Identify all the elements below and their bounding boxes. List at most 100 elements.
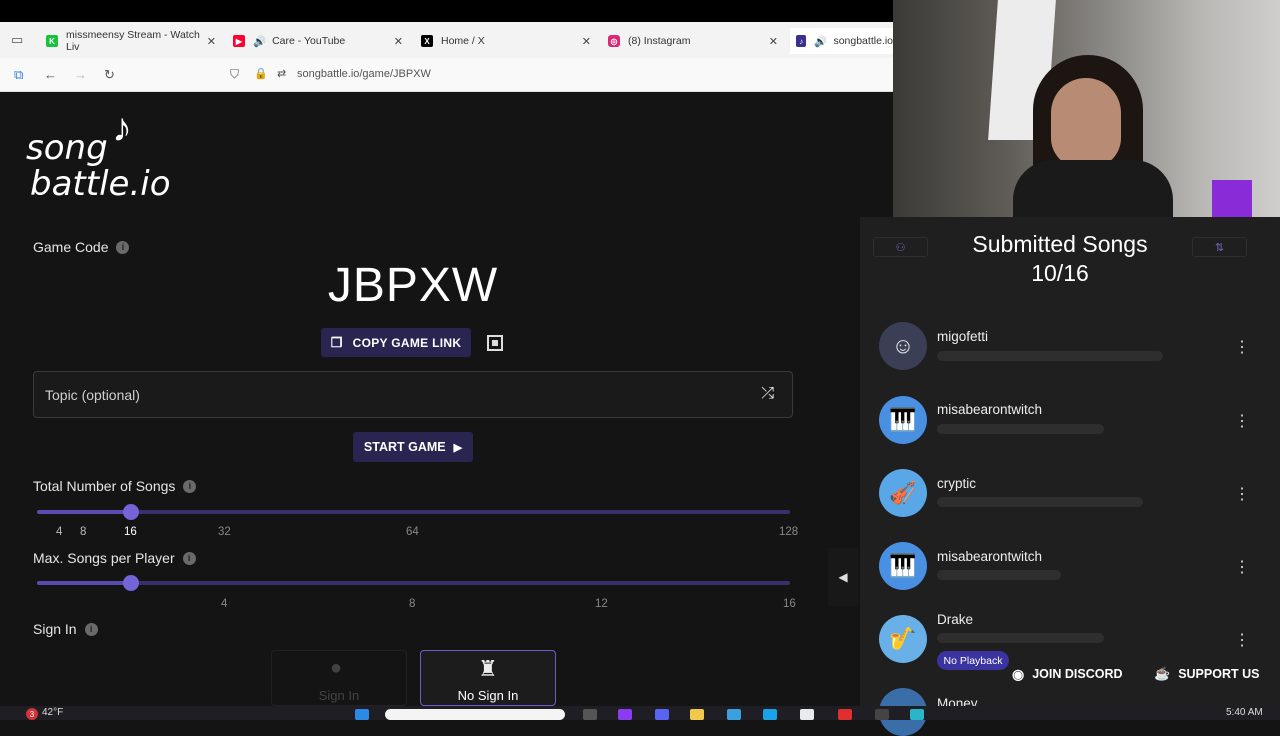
max-songs-slider-thumb[interactable] (123, 575, 139, 591)
twitch-app-icon[interactable] (618, 709, 632, 720)
mail-icon[interactable] (727, 709, 741, 720)
more-options-icon[interactable]: ⋮ (1234, 484, 1250, 504)
instagram-icon: ◎ (608, 35, 620, 47)
entry-username: Money (937, 696, 978, 706)
obs-icon[interactable] (838, 709, 852, 720)
sign-in-label: Sign In i (33, 621, 98, 637)
tab-songbattle[interactable]: ♪ 🔊 songbattle.io (790, 28, 893, 54)
submitted-count: 10/16 (1031, 260, 1089, 286)
close-tab-icon[interactable]: ✕ (582, 35, 591, 48)
max-songs-label: Max. Songs per Player i (33, 550, 196, 566)
no-playback-badge: No Playback (937, 651, 1009, 670)
max-songs-track[interactable] (37, 581, 790, 585)
tab-instagram[interactable]: ◎ (8) Instagram ✕ (608, 28, 778, 54)
start-game-button[interactable]: START GAME ▶ (353, 432, 473, 462)
tick-label: 16 (783, 598, 796, 610)
tab-youtube[interactable]: ▶ 🔊 Care - YouTube ✕ (233, 28, 403, 54)
windows-icon[interactable] (355, 709, 369, 720)
total-songs-label: Total Number of Songs i (33, 478, 197, 494)
tick-label: 128 (779, 526, 799, 538)
terminal-icon[interactable] (875, 709, 889, 720)
folder-icon[interactable] (690, 709, 704, 720)
new-tab-icon[interactable]: ⧉ (14, 67, 23, 83)
avatar: 🎷 (879, 615, 927, 663)
tick-label: 32 (218, 526, 231, 538)
twitch-icon: K (46, 35, 58, 47)
game-code: JBPXW (327, 259, 499, 312)
logo-battle[interactable]: battle.io (30, 164, 171, 204)
tick-label: 12 (595, 598, 608, 610)
song-placeholder-bar (937, 351, 1163, 361)
max-songs-fill (37, 581, 131, 585)
discord-icon: ◉ (1012, 665, 1025, 682)
tick-label: 8 (409, 598, 416, 610)
join-discord-button[interactable]: ◉ JOIN DISCORD (1012, 662, 1123, 686)
taskbar: 3 42°F 5:40 AM (0, 706, 1280, 720)
sign-in-option[interactable]: ● Sign In (271, 650, 407, 706)
entry-username: cryptic (937, 476, 977, 491)
copy-game-link-button[interactable]: ❐ COPY GAME LINK (321, 328, 471, 357)
discord-app-icon[interactable] (655, 709, 669, 720)
app-icon[interactable] (910, 709, 924, 720)
clock[interactable]: 5:40 AM (1226, 707, 1263, 718)
avatar: ☺ (879, 322, 927, 370)
info-icon[interactable]: i (84, 622, 98, 636)
speaker-icon: 🔊 (253, 35, 267, 48)
support-us-button[interactable]: ☕ SUPPORT US (1154, 662, 1259, 686)
shuffle-icon[interactable]: ⤮ (761, 385, 774, 403)
logo-song[interactable]: song (26, 128, 108, 168)
close-tab-icon[interactable]: ✕ (207, 35, 216, 48)
weather-widget[interactable]: 42°F (42, 707, 63, 718)
song-placeholder-bar (937, 497, 1143, 507)
info-icon[interactable]: i (183, 479, 197, 493)
chrome-icon[interactable] (800, 709, 814, 720)
info-icon[interactable]: i (182, 551, 196, 565)
url-text[interactable]: songbattle.io/game/JBPXW (297, 68, 431, 80)
copy-icon: ❐ (330, 334, 343, 350)
user-icon: ● (330, 657, 343, 679)
more-options-icon[interactable]: ⋮ (1234, 630, 1250, 650)
no-sign-in-option[interactable]: ♜ No Sign In (420, 650, 556, 706)
notification-badge: 3 (26, 708, 38, 720)
shield-icon[interactable]: ⛉ (230, 67, 239, 82)
tab-twitch[interactable]: K missmeensy Stream - Watch Liv ✕ (46, 28, 216, 54)
youtube-icon: ▶ (233, 35, 245, 47)
more-options-icon[interactable]: ⋮ (1234, 411, 1250, 431)
saxophone-icon: ♪ (112, 106, 132, 150)
tick-label: 8 (80, 526, 87, 538)
entry-username: Drake (937, 612, 974, 627)
search-bar[interactable] (385, 709, 565, 720)
song-placeholder-bar (937, 633, 1104, 643)
info-icon[interactable]: i (116, 240, 130, 254)
kofi-cup-icon: ☕ (1154, 666, 1171, 681)
back-icon[interactable]: ← (44, 67, 57, 82)
lock-icon[interactable]: 🔒 (254, 67, 268, 80)
edge-icon[interactable] (763, 709, 777, 720)
speaker-icon: 🔊 (814, 35, 828, 48)
taskview-icon[interactable] (583, 709, 597, 720)
permissions-icon[interactable]: ⇄ (277, 67, 286, 80)
x-icon: X (421, 35, 433, 47)
collapse-panel-button[interactable]: ◀ (828, 548, 858, 606)
total-songs-track[interactable] (37, 510, 790, 514)
entry-username: migofetti (937, 329, 989, 344)
total-songs-fill (37, 510, 131, 514)
song-placeholder-bar (937, 570, 1061, 580)
qr-code-icon[interactable] (487, 335, 503, 351)
close-tab-icon[interactable]: ✕ (394, 35, 403, 48)
more-options-icon[interactable]: ⋮ (1234, 557, 1250, 577)
topic-input[interactable] (45, 384, 725, 406)
topic-field[interactable]: ⤮ (33, 371, 793, 418)
submitted-songs-title: Submitted Songs 10/16 (860, 230, 1260, 288)
tick-label: 16 (124, 526, 137, 538)
total-songs-slider-thumb[interactable] (123, 504, 139, 520)
reload-icon[interactable]: ↻ (104, 67, 115, 83)
tick-label: 4 (221, 598, 228, 610)
tab-actions-icon[interactable]: ▭ (11, 32, 23, 48)
close-tab-icon[interactable]: ✕ (769, 35, 778, 48)
game-code-label: Game Code i (33, 239, 130, 255)
tab-x[interactable]: X Home / X ✕ (421, 28, 591, 54)
forward-icon[interactable]: → (74, 67, 87, 82)
more-options-icon[interactable]: ⋮ (1234, 337, 1250, 357)
incognito-icon: ♜ (478, 656, 498, 681)
